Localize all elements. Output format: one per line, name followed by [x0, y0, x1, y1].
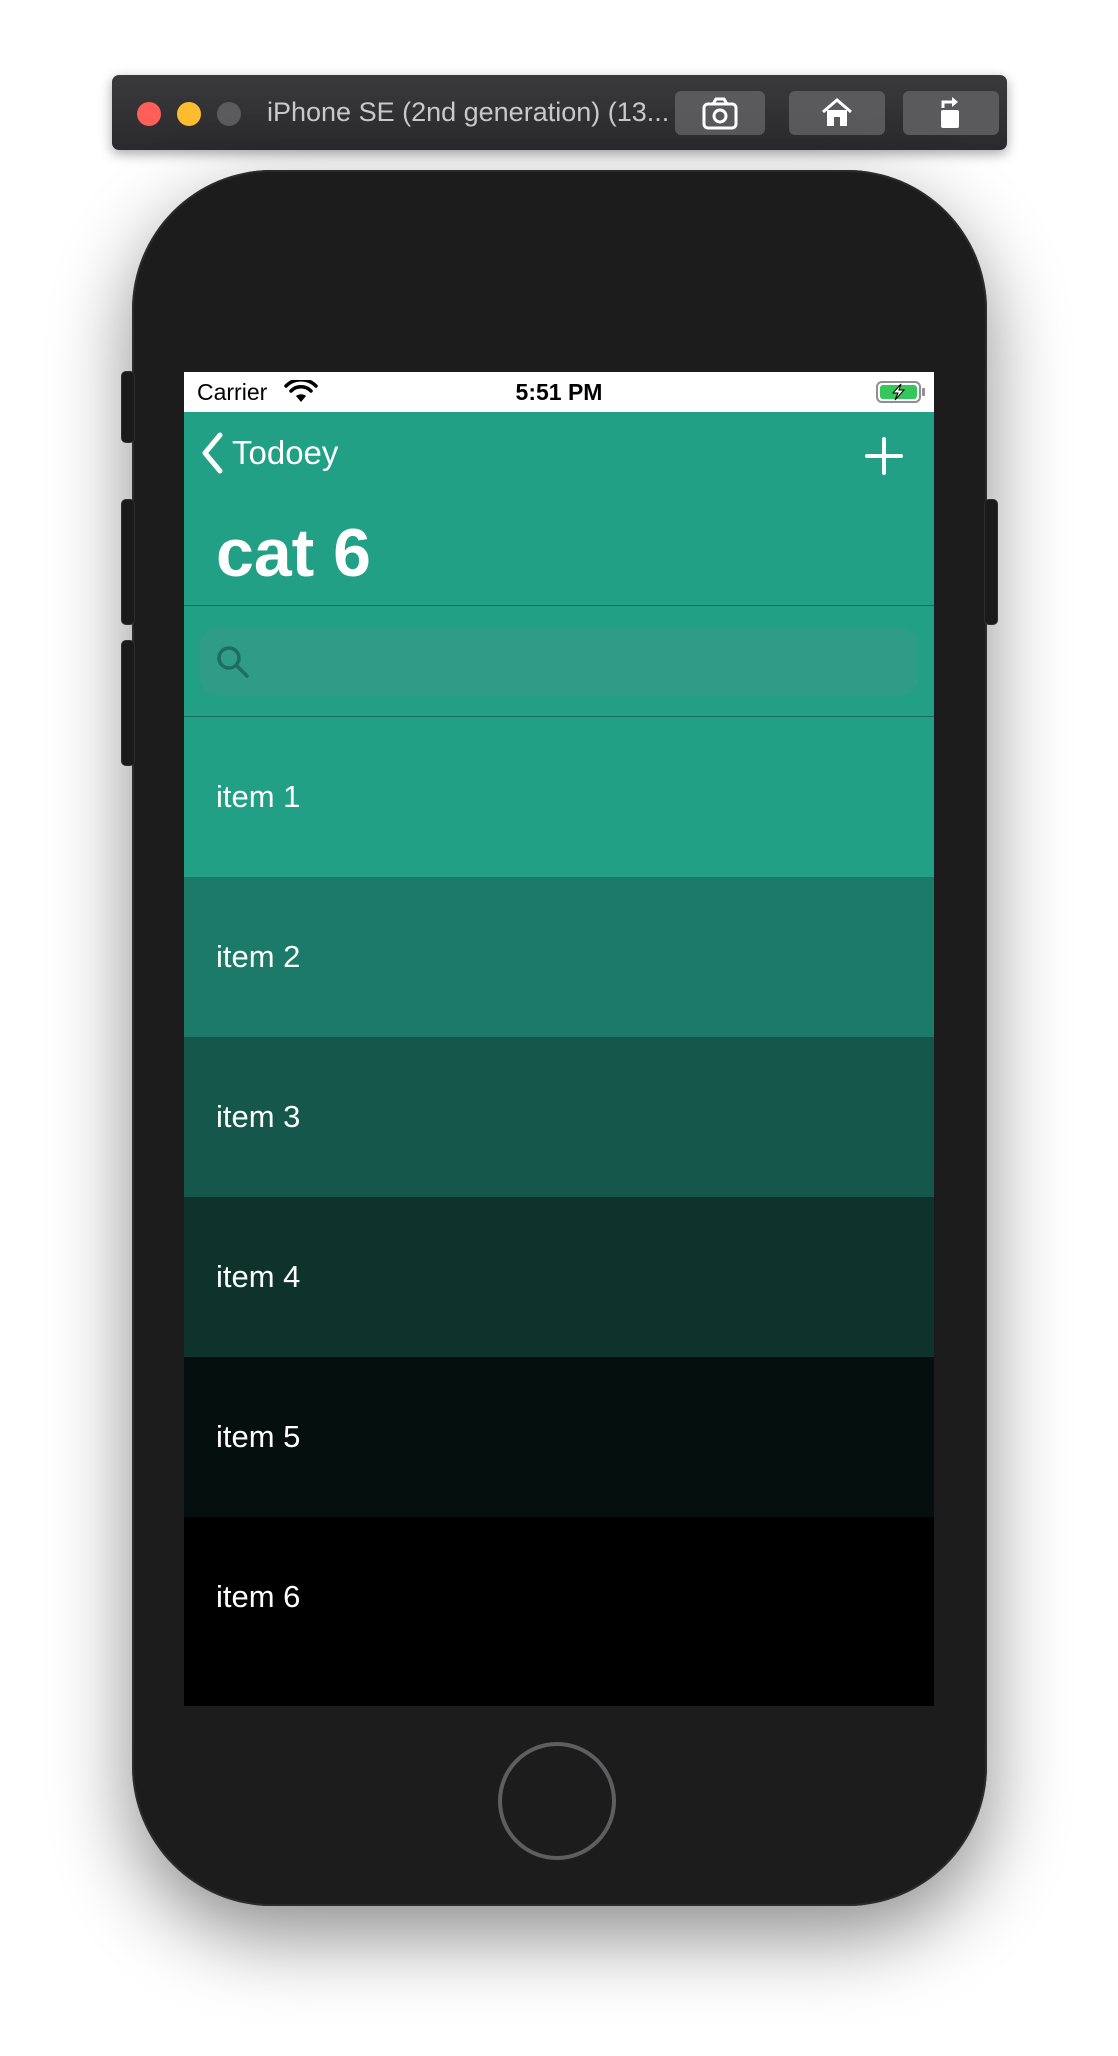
list-item[interactable]: item 5 [184, 1357, 934, 1517]
list-item-label: item 6 [216, 1579, 301, 1614]
list-item-label: item 2 [216, 939, 301, 974]
rotate-button[interactable] [903, 91, 999, 135]
house-icon [822, 98, 852, 126]
mute-switch [122, 372, 134, 442]
status-bar: Carrier 5:51 PM [184, 372, 934, 412]
page-title: cat 6 [216, 515, 371, 591]
status-time: 5:51 PM [515, 379, 603, 405]
window-minimize-button[interactable] [177, 102, 201, 126]
device-screen: Carrier 5:51 PM Todoey cat 6 item 1 item… [184, 372, 934, 1706]
window-zoom-button[interactable] [217, 102, 241, 126]
add-item-button[interactable] [864, 436, 904, 481]
list-item-label: item 1 [216, 779, 301, 814]
list-item[interactable]: item 3 [184, 1037, 934, 1197]
volume-up-button [122, 500, 134, 624]
search-field[interactable] [200, 628, 918, 698]
screenshot-button[interactable] [675, 91, 765, 135]
window-close-button[interactable] [137, 102, 161, 126]
navigation-bar: Todoey cat 6 [184, 412, 934, 606]
list-item-label: item 5 [216, 1419, 301, 1454]
plus-icon [865, 437, 903, 475]
device-home-button[interactable] [498, 1742, 616, 1860]
back-button-label: Todoey [232, 434, 339, 471]
item-list: item 1 item 2 item 3 item 4 item 5 item … [184, 717, 934, 1677]
chevron-left-icon [202, 432, 223, 474]
list-item-label: item 3 [216, 1099, 301, 1134]
back-button[interactable]: Todoey [200, 432, 338, 474]
simulator-title-bar: iPhone SE (2nd generation) (13... [112, 75, 1007, 150]
list-item[interactable]: item 1 [184, 717, 934, 877]
volume-down-button [122, 641, 134, 765]
search-bar [184, 606, 934, 717]
simulator-window-title: iPhone SE (2nd generation) (13... [267, 97, 670, 127]
camera-icon [702, 97, 738, 130]
home-toolbar-button[interactable] [789, 91, 885, 135]
rotate-icon [941, 97, 959, 128]
battery-charging-icon [876, 381, 925, 403]
power-button [985, 500, 997, 624]
list-item[interactable]: item 4 [184, 1197, 934, 1357]
search-input[interactable] [260, 628, 904, 698]
magnifying-glass-icon [217, 646, 249, 678]
list-item-label: item 4 [216, 1259, 301, 1294]
list-item[interactable]: item 2 [184, 877, 934, 1037]
list-item[interactable]: item 6 [184, 1517, 934, 1677]
